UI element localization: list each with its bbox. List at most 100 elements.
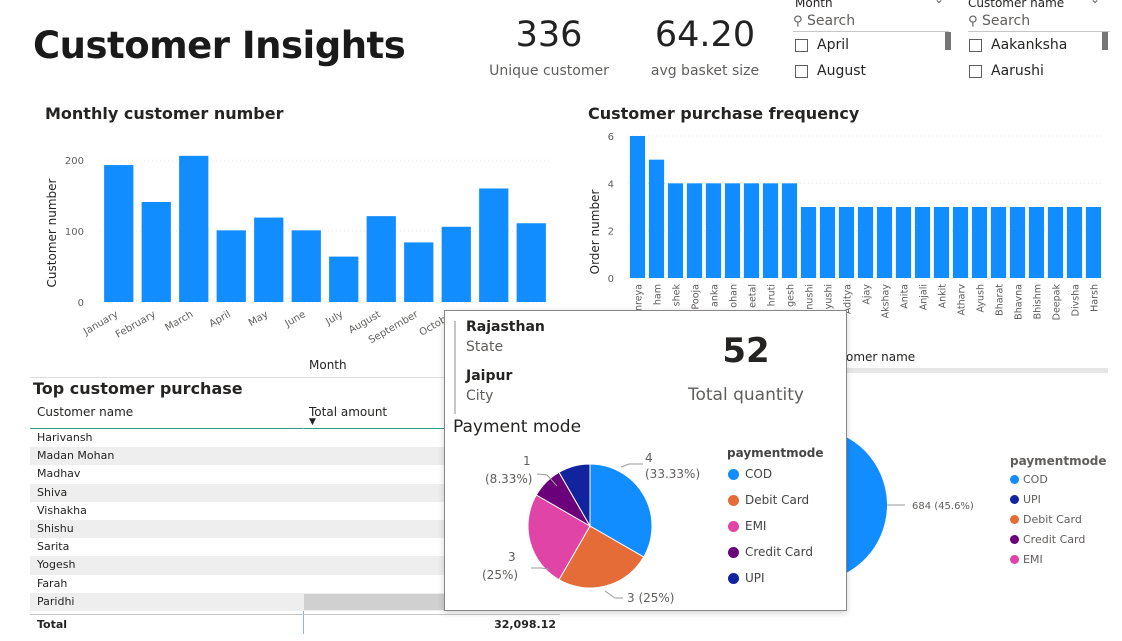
payment-mode-pie: 4 (33.33%) 1 (8.33%) 3 (25%) 3 (25%) [482, 451, 700, 605]
customer-search-input[interactable]: ⚲ Search [968, 13, 1110, 32]
legend-item[interactable]: Debit Card [1010, 513, 1085, 526]
bar-november[interactable] [479, 188, 509, 302]
frequency-bar[interactable] [743, 183, 760, 278]
legend-dot-icon [728, 572, 739, 584]
customer-name-cell: Madan Mohan [37, 449, 115, 463]
frequency-bar[interactable] [705, 183, 722, 278]
frequency-bar[interactable] [1085, 207, 1102, 278]
column-header-customer-name[interactable]: Customer name [37, 405, 133, 419]
legend-label: Credit Card [745, 545, 813, 559]
pie-label-credit-pct: (8.33%) [485, 472, 532, 486]
customer-slicer-item[interactable]: Aarushi [969, 63, 1044, 79]
frequency-bar[interactable] [952, 207, 969, 278]
x-tick-label: Anjali [919, 284, 930, 310]
frequency-bar[interactable] [648, 159, 665, 278]
frequency-bar[interactable] [724, 183, 741, 278]
legend-item[interactable]: COD [1010, 473, 1085, 486]
checkbox[interactable] [795, 64, 808, 78]
legend-item[interactable]: EMI [1010, 553, 1085, 566]
x-tick-label: April [207, 309, 232, 330]
kpi-avg-basket-value: 64.20 [654, 15, 756, 55]
frequency-bar[interactable] [781, 183, 798, 278]
checkbox[interactable] [969, 38, 982, 52]
total-label: Total [37, 618, 68, 631]
scrollbar[interactable] [1102, 32, 1108, 50]
payment-legend: COD Debit Card EMI Credit Card UPI [728, 467, 813, 597]
pie-leader-line [620, 463, 643, 468]
y-tick-label: 2 [608, 227, 614, 238]
chevron-down-icon[interactable]: ⌄ [934, 0, 944, 6]
bar-june[interactable] [291, 230, 321, 302]
background-pie-legend: COD UPI Debit Card Credit Card EMI [1010, 473, 1085, 573]
bar-february[interactable] [141, 201, 171, 302]
frequency-bar[interactable] [1047, 207, 1064, 278]
frequency-bar[interactable] [686, 183, 703, 278]
legend-dot-icon [1010, 535, 1019, 544]
customer-slicer-item[interactable]: Aakanksha [969, 37, 1067, 53]
bar-may[interactable] [254, 217, 284, 302]
legend-item[interactable]: Credit Card [1010, 533, 1085, 546]
bar-july[interactable] [329, 256, 359, 302]
x-tick-label: Pooja [691, 284, 702, 309]
frequency-bar[interactable] [857, 207, 874, 278]
y-tick-label: 0 [608, 274, 614, 285]
frequency-bar[interactable] [800, 207, 817, 278]
y-tick-label: 100 [65, 227, 84, 238]
x-tick-label: Divsha [1071, 284, 1082, 316]
frequency-bar[interactable] [990, 207, 1007, 278]
x-tick-label: June [283, 309, 308, 330]
frequency-bar[interactable] [667, 183, 684, 278]
bar-december[interactable] [516, 223, 546, 302]
month-search-placeholder: Search [806, 13, 856, 29]
y-tick-label: 6 [608, 132, 614, 143]
bar-september[interactable] [404, 242, 434, 302]
checkbox[interactable] [969, 64, 982, 78]
x-tick-label: March [163, 309, 195, 334]
frequency-bar[interactable] [1028, 207, 1045, 278]
bar-october[interactable] [441, 226, 471, 302]
checkbox[interactable] [795, 38, 808, 52]
x-tick-label: gesh [786, 284, 797, 307]
chevron-down-icon[interactable]: ⌄ [1090, 0, 1100, 6]
legend-dot-icon [1010, 555, 1019, 564]
frequency-bar[interactable] [895, 207, 912, 278]
frequency-chart-title: Customer purchase frequency [588, 104, 860, 123]
kpi-unique-customer-value: 336 [515, 15, 583, 55]
bar-april[interactable] [216, 230, 246, 302]
frequency-bar[interactable] [914, 207, 931, 278]
legend-item[interactable]: UPI [728, 571, 813, 585]
month-slicer-item[interactable]: April [795, 37, 849, 53]
column-header-total-amount[interactable]: Total amount [309, 405, 387, 419]
legend-item[interactable]: Debit Card [728, 493, 813, 507]
x-tick-label: February [114, 309, 158, 341]
scrollbar[interactable] [945, 32, 951, 50]
sort-desc-icon[interactable]: ▼ [309, 417, 316, 427]
legend-item[interactable]: EMI [728, 519, 813, 533]
legend-item[interactable]: UPI [1010, 493, 1085, 506]
data-bar [304, 593, 444, 610]
frequency-bar[interactable] [762, 183, 779, 278]
frequency-bar[interactable] [838, 207, 855, 278]
search-icon: ⚲ [793, 14, 803, 29]
frequency-bar[interactable] [629, 136, 646, 278]
x-tick-label: Atharv [957, 284, 968, 316]
bar-march[interactable] [179, 155, 209, 302]
bar-august[interactable] [366, 216, 396, 302]
legend-item[interactable]: Credit Card [728, 545, 813, 559]
kpi-avg-basket-label: avg basket size [650, 63, 760, 79]
scrollbar[interactable] [845, 368, 1108, 373]
frequency-bar[interactable] [971, 207, 988, 278]
month-slicer-item[interactable]: August [795, 63, 866, 79]
table-title: Top customer purchase [33, 379, 243, 398]
customer-name-cell: Sarita [37, 540, 70, 554]
legend-item[interactable]: COD [728, 467, 813, 481]
frequency-bar[interactable] [876, 207, 893, 278]
frequency-bar[interactable] [1009, 207, 1026, 278]
y-tick-label: 4 [608, 179, 614, 190]
bar-january[interactable] [104, 165, 134, 302]
frequency-bar[interactable] [819, 207, 836, 278]
frequency-bar[interactable] [933, 207, 950, 278]
monthly-xlabel: Month [309, 358, 347, 372]
frequency-bar[interactable] [1066, 207, 1083, 278]
month-search-input[interactable]: ⚲ Search [793, 13, 949, 32]
